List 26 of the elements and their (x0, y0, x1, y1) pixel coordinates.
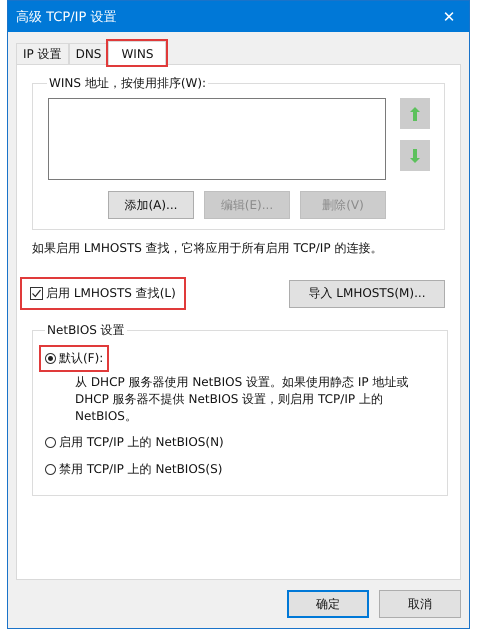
move-up-button[interactable] (400, 98, 430, 129)
list-action-button[interactable]: 添加(A)... (108, 191, 194, 219)
tab[interactable]: WINS (108, 41, 166, 65)
tab[interactable]: DNS (68, 43, 108, 64)
checkbox-icon (30, 287, 43, 300)
group-title: WINS 地址，按使用排序(W): (48, 75, 208, 92)
close-button[interactable]: ✕ (429, 1, 469, 32)
radio-icon (45, 464, 56, 475)
down-arrow-icon (409, 148, 421, 164)
radio-icon (45, 437, 56, 448)
tab[interactable]: IP 设置 (16, 43, 69, 64)
radio-icon (45, 353, 56, 364)
window-title: 高级 TCP/IP 设置 (16, 8, 116, 26)
radio-option[interactable]: 禁用 TCP/IP 上的 NetBIOS(S) (41, 458, 226, 481)
radio-option[interactable]: 启用 TCP/IP 上的 NetBIOS(N) (41, 431, 228, 454)
option-description: 从 DHCP 服务器使用 NetBIOS 设置。如果使用静态 IP 地址或 DHCP 服务器不提供 NetBIOS 设置，则启用 TCP/IP 上的 NetBIOS。 (75, 374, 410, 425)
up-arrow-icon (409, 106, 421, 122)
move-down-button[interactable] (400, 140, 430, 171)
radio-option[interactable]: 默认(F): (41, 347, 108, 370)
lmhosts-checkbox[interactable]: 启用 LMHOSTS 查找(L) (22, 279, 184, 308)
dialog-button[interactable]: 确定 (287, 590, 369, 618)
group-title: NetBIOS 设置 (46, 322, 126, 339)
address-list[interactable] (48, 98, 386, 180)
import-button[interactable]: 导入 LMHOSTS(M)... (289, 280, 445, 308)
dialog-button[interactable]: 取消 (379, 590, 461, 618)
info-text: 如果启用 LMHOSTS 查找，它将应用于所有启用 TCP/IP 的连接。 (32, 240, 384, 257)
